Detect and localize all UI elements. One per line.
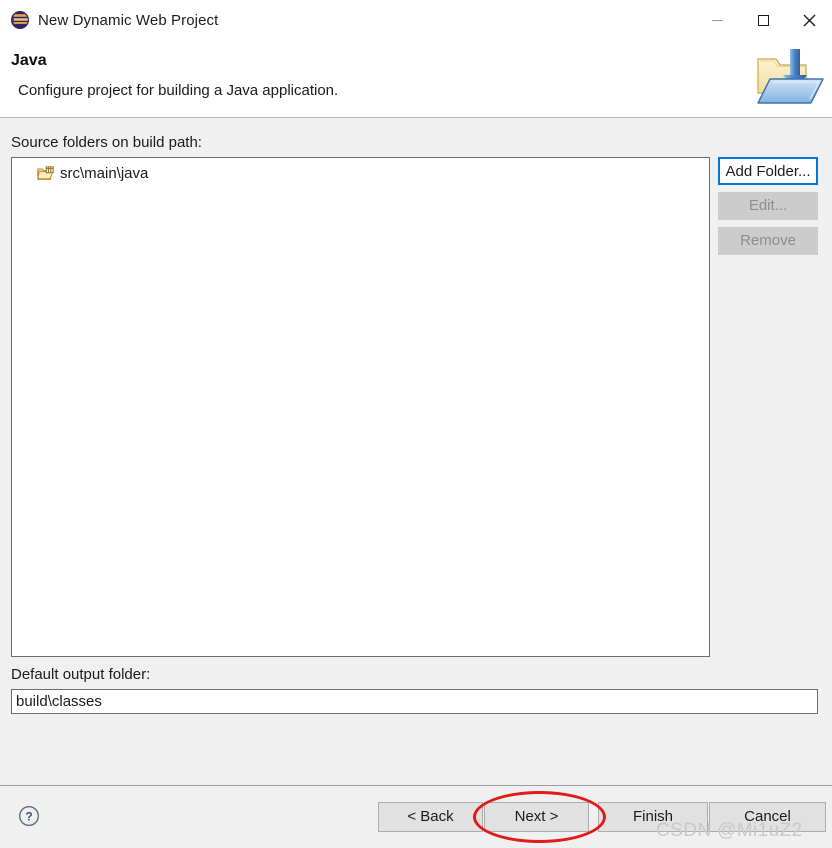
window-title: New Dynamic Web Project [38,11,219,29]
new-dynamic-web-project-dialog: New Dynamic Web Project Java Configure p… [0,0,832,848]
output-folder-input[interactable] [11,689,818,714]
output-folder-label: Default output folder: [11,666,151,683]
list-item[interactable]: src\main\java [37,163,148,183]
edit-button[interactable]: Edit... [718,192,818,220]
next-button[interactable]: Next > [484,802,589,832]
eclipse-icon [11,11,29,29]
watermark: CSDN @Mi1uZ2 [656,820,803,841]
folder-import-icon [750,45,832,113]
page-title: Java [11,52,47,69]
wizard-header: Java Configure project for building a Ja… [0,40,832,118]
title-bar-left: New Dynamic Web Project [0,11,694,29]
minimize-icon[interactable] [694,0,740,40]
back-button[interactable]: < Back [378,802,483,832]
svg-text:?: ? [25,810,32,824]
source-folder-actions: Add Folder... Edit... Remove [718,157,818,262]
window-controls [694,0,832,40]
add-folder-button[interactable]: Add Folder... [718,157,818,185]
page-description: Configure project for building a Java ap… [18,82,339,99]
close-icon[interactable] [786,0,832,40]
list-item-label: src\main\java [60,164,149,182]
source-folders-list[interactable]: src\main\java [11,157,710,657]
remove-button[interactable]: Remove [718,227,818,255]
wizard-content: Source folders on build path: src\main\j… [0,118,832,786]
title-bar: New Dynamic Web Project [0,0,832,40]
source-folder-icon [37,165,54,181]
help-icon[interactable]: ? [18,805,40,827]
maximize-icon[interactable] [740,0,786,40]
source-folders-label: Source folders on build path: [11,134,202,151]
